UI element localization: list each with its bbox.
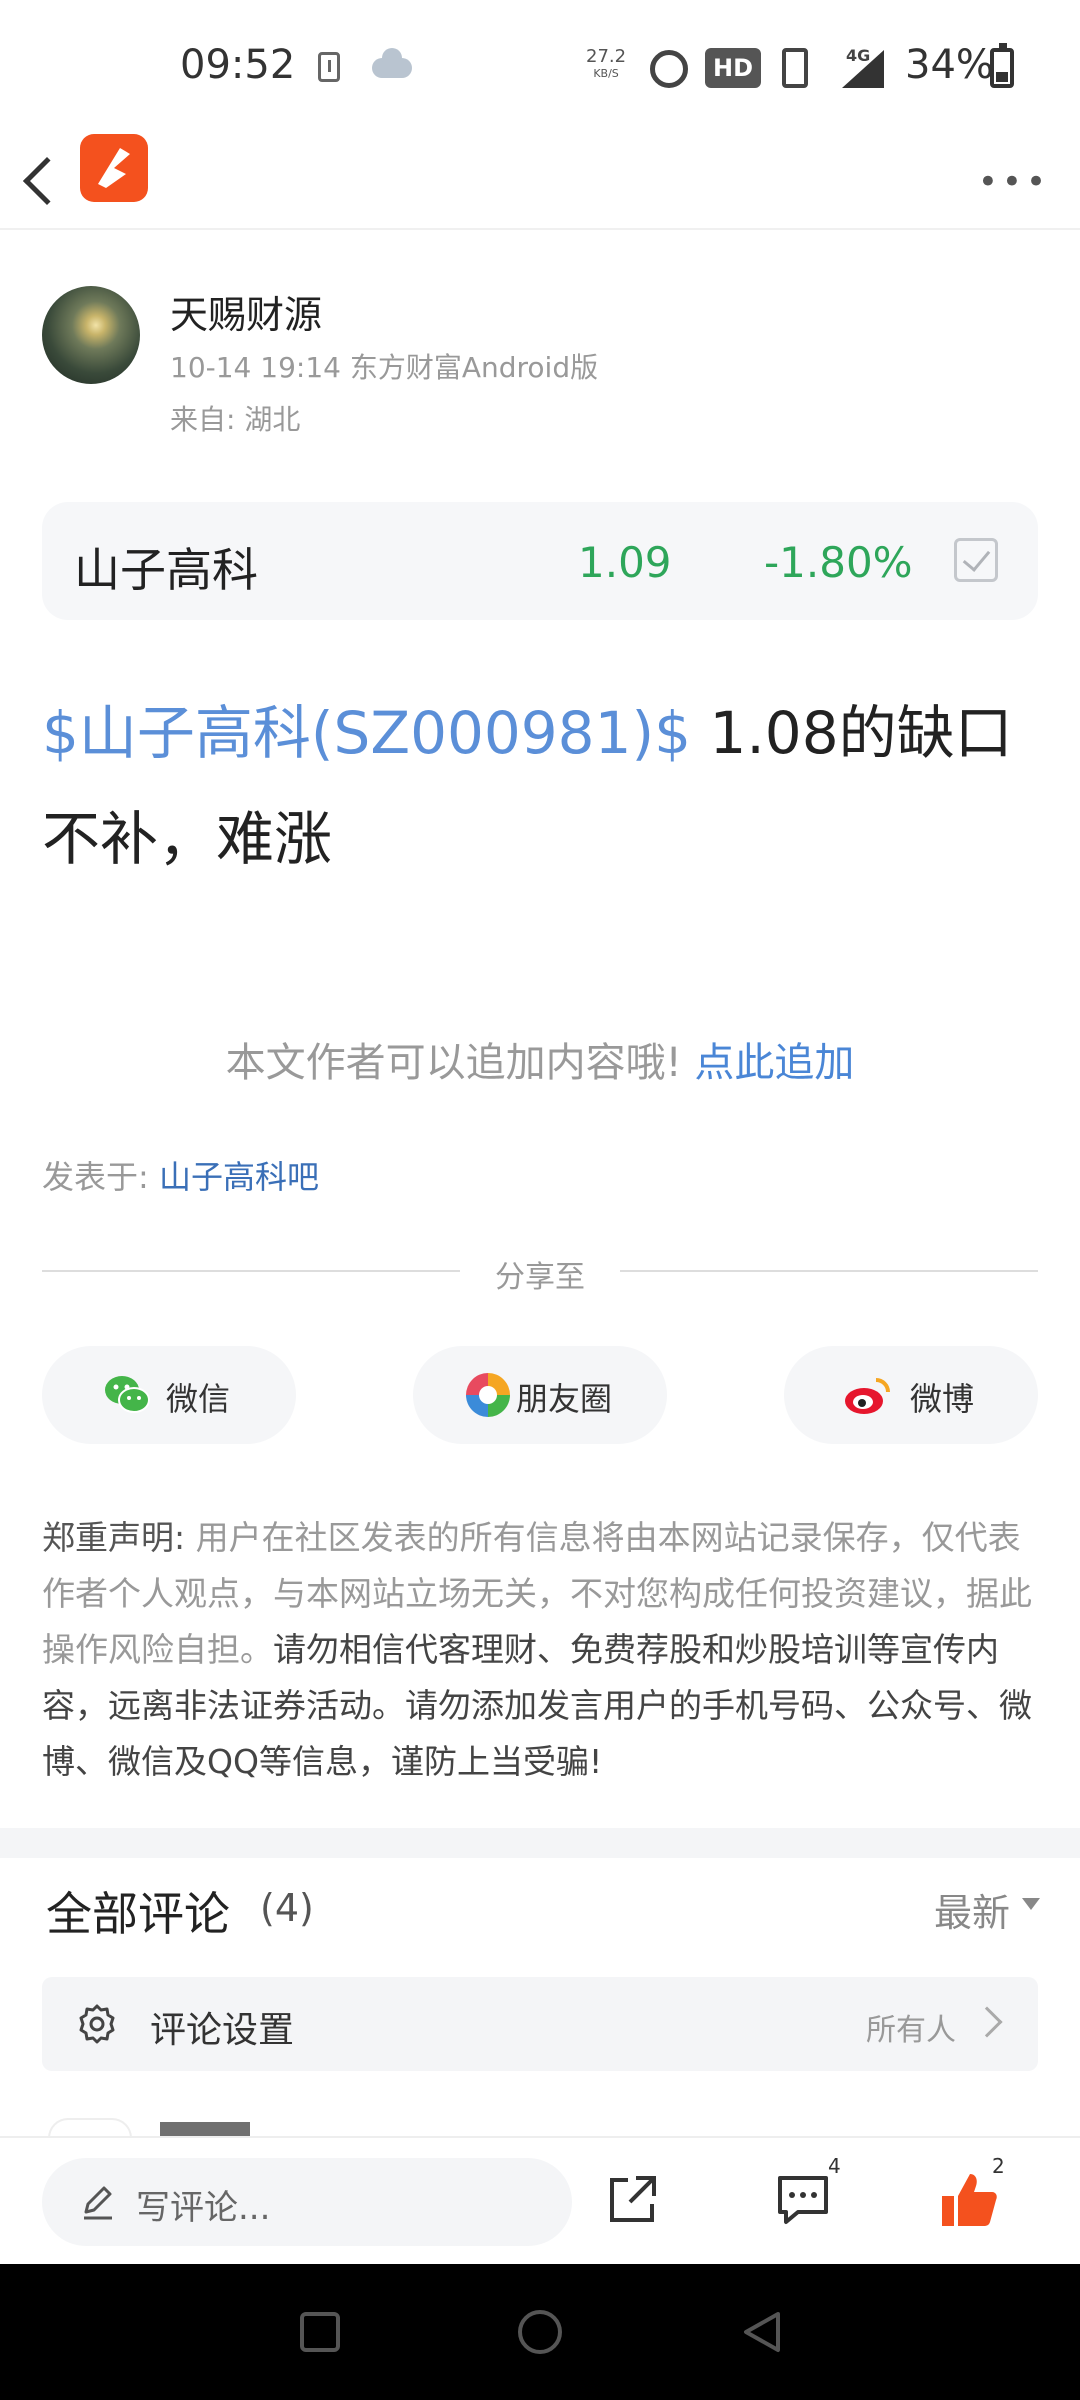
home-icon[interactable] — [518, 2310, 562, 2354]
comment-icon[interactable] — [774, 2172, 832, 2228]
share-moments-button[interactable]: 朋友圈 — [413, 1346, 667, 1444]
system-nav-bar — [0, 2264, 1080, 2400]
wechat-icon — [105, 1376, 150, 1413]
back-icon[interactable] — [22, 156, 72, 206]
battery-icon — [990, 43, 1014, 88]
share-icon[interactable] — [604, 2172, 660, 2228]
comments-count: (4) — [260, 1886, 314, 1930]
alarm-icon — [650, 50, 688, 88]
share-wechat-label: 微信 — [166, 1380, 231, 1418]
comment-placeholder: 写评论... — [136, 2188, 271, 2228]
comment-settings-label: 评论设置 — [150, 2010, 295, 2051]
add-watchlist-checkbox[interactable] — [954, 538, 998, 582]
stock-name: 山子高科 — [74, 543, 258, 597]
stock-card[interactable]: 山子高科 1.09 -1.80% — [42, 502, 1038, 620]
comment-count-badge: 4 — [828, 2154, 841, 2178]
status-bar: 09:52 27.2 KB/S HD 4G 34% — [0, 0, 1080, 126]
comment-author-partial — [160, 2122, 250, 2136]
author-name[interactable]: 天赐财源 — [170, 284, 322, 339]
cloud-icon — [372, 48, 412, 78]
comment-avatar — [48, 2118, 132, 2138]
download-icon — [318, 52, 340, 82]
share-wechat-button[interactable]: 微信 — [42, 1346, 296, 1444]
stock-tag-link[interactable]: $山子高科(SZ000981)$ — [42, 699, 691, 767]
disclaimer: 郑重声明: 用户在社区发表的所有信息将由本网站记录保存，仅代表作者个人观点，与本… — [42, 1510, 1042, 1790]
vibrate-icon — [782, 48, 808, 88]
battery-percent: 34% — [905, 42, 994, 88]
stock-change: -1.80% — [764, 538, 913, 587]
more-icon[interactable]: ••• — [978, 162, 1050, 202]
share-divider: 分享至 — [42, 1250, 1038, 1295]
like-icon[interactable] — [938, 2170, 998, 2230]
share-weibo-label: 微博 — [910, 1380, 975, 1418]
header: ••• — [0, 126, 1080, 230]
comments-title: 全部评论 — [46, 1887, 230, 1941]
posted-in: 发表于: 山子高科吧 — [42, 1158, 319, 1196]
hd-badge: HD — [705, 48, 761, 88]
share-moments-label: 朋友圈 — [516, 1380, 613, 1418]
disclaimer-title: 郑重声明: — [42, 1518, 196, 1557]
caret-down-icon — [1022, 1898, 1040, 1910]
bottom-action-bar: 写评论... 4 2 — [0, 2136, 1080, 2264]
status-time: 09:52 — [180, 42, 296, 88]
app-logo — [80, 134, 148, 202]
comment-settings-row[interactable]: 评论设置 所有人 — [42, 1977, 1038, 2071]
comments-header: 全部评论 (4) 最新 — [46, 1878, 1040, 1948]
post-meta: 10-14 19:14 东方财富Android版 — [170, 351, 599, 384]
comment-input[interactable]: 写评论... — [42, 2158, 572, 2246]
post-location: 来自: 湖北 — [170, 403, 301, 436]
like-count-badge: 2 — [992, 2154, 1005, 2178]
chevron-right-icon — [971, 2006, 1003, 2038]
comment-settings-value: 所有人 — [866, 2013, 956, 2048]
append-link[interactable]: 点此追加 — [694, 1040, 854, 1086]
sort-dropdown[interactable]: 最新 — [934, 1882, 1010, 1937]
author-block: 天赐财源 10-14 19:14 东方财富Android版 来自: 湖北 — [42, 284, 1042, 444]
share-weibo-button[interactable]: 微博 — [784, 1346, 1038, 1444]
forum-link[interactable]: 山子高科吧 — [159, 1158, 319, 1196]
stock-price: 1.09 — [578, 538, 672, 587]
avatar[interactable] — [42, 286, 140, 384]
moments-icon — [466, 1373, 510, 1417]
post-content: $山子高科(SZ000981)$ 1.08的缺口不补，难涨 — [42, 680, 1042, 892]
section-divider — [0, 1828, 1080, 1858]
network-speed: 27.2 KB/S — [586, 46, 627, 81]
append-prompt: 本文作者可以追加内容哦! 点此追加 — [225, 1040, 855, 1086]
pencil-icon — [84, 2186, 112, 2220]
network-type: 4G — [846, 46, 871, 65]
recents-icon[interactable] — [300, 2312, 340, 2352]
gear-icon — [79, 2004, 115, 2044]
share-label: 分享至 — [495, 1260, 585, 1295]
weibo-icon — [845, 1378, 890, 1414]
back-triangle-icon[interactable] — [740, 2310, 784, 2354]
